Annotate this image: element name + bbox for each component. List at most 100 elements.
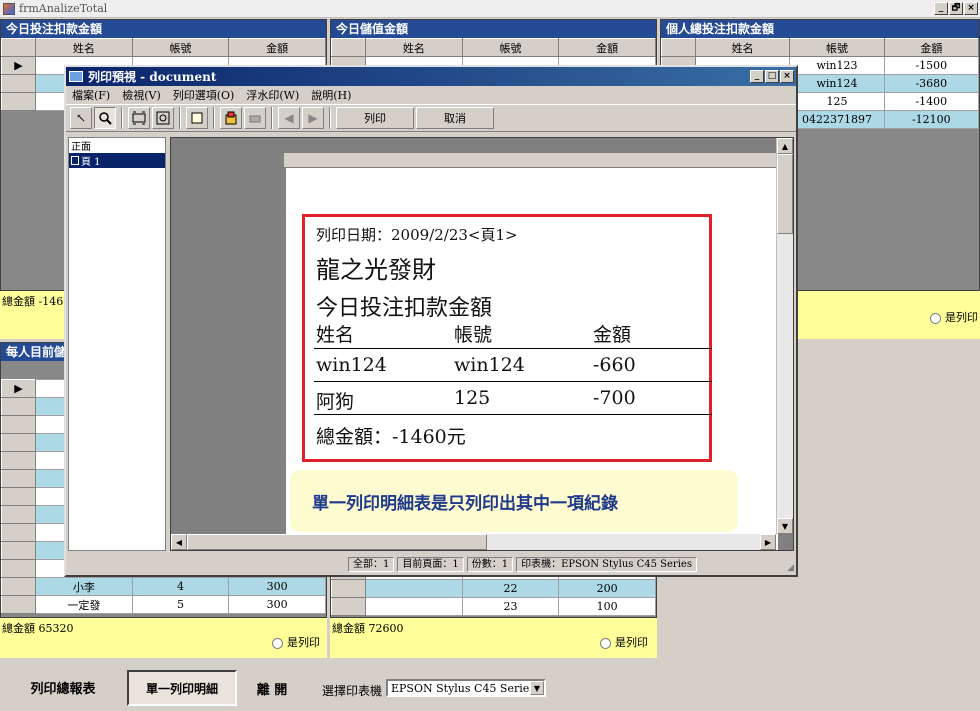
doc-col-name: 姓名: [316, 324, 355, 346]
company-name: 龍之光發財: [316, 256, 436, 284]
tree-page-item[interactable]: 頁 1: [69, 153, 165, 168]
status-current-page: 目前頁面：1: [397, 556, 464, 572]
doc-row1-amount: -660: [593, 354, 636, 376]
col-amount[interactable]: 金額: [228, 38, 326, 57]
page-setup-icon[interactable]: [186, 107, 208, 129]
radio-icon: [600, 637, 611, 649]
report-heading: 今日投注扣款金額: [316, 296, 493, 321]
doc-total: 總金額：-1460元: [316, 426, 466, 448]
zoom-page-icon[interactable]: [152, 107, 174, 129]
printer-select[interactable]: EPSON Stylus C45 Series ▼: [386, 679, 546, 697]
top-total-label: 總金額 -146: [2, 295, 64, 308]
preview-toolbar: ↖ ◀ ▶ 列印 取消: [66, 104, 796, 132]
print-date: 列印日期：2009/2/23<頁1>: [316, 226, 518, 244]
col-account[interactable]: 帳號: [789, 38, 885, 57]
col-name[interactable]: 姓名: [694, 38, 791, 57]
previous-page-icon[interactable]: ◀: [278, 107, 300, 129]
lower-mid-total: 總金額 72600: [332, 622, 404, 635]
preview-titlebar: 列印預視 - document _ □ ×: [66, 67, 796, 86]
main-titlebar: frmAnalizeTotal _ 🗗 ×: [0, 0, 980, 18]
print-single-button[interactable]: 單一列印明細: [127, 670, 237, 706]
doc-row2-amount: -700: [593, 387, 636, 409]
col-name[interactable]: 姓名: [365, 38, 463, 57]
table-row[interactable]: 22 200: [331, 579, 656, 598]
menu-print-options[interactable]: 列印選項(O): [173, 87, 235, 103]
col-amount[interactable]: 金額: [883, 38, 980, 57]
close-button[interactable]: ×: [780, 70, 794, 83]
status-copies: 份數：1: [466, 556, 514, 572]
pointer-icon[interactable]: ↖: [70, 107, 92, 129]
preview-title: 列印預視 - document: [88, 70, 217, 84]
personal-total-title: 個人總投注扣款金額: [661, 20, 979, 38]
col-name[interactable]: 姓名: [35, 38, 133, 57]
fit-page-icon[interactable]: [128, 107, 150, 129]
app-icon: [3, 2, 15, 15]
radio-icon: [272, 637, 283, 649]
doc-col-account: 帳號: [454, 324, 493, 346]
annotation-callout: 單一列印明細表是只列印出其中一項紀錄: [290, 470, 738, 532]
window-title: frmAnalizeTotal: [19, 2, 108, 15]
doc-row2-name: 阿狗: [316, 391, 355, 413]
scroll-up-icon[interactable]: ▲: [777, 138, 793, 154]
menu-file[interactable]: 檔案(F): [72, 87, 110, 103]
zoom-icon[interactable]: [94, 107, 116, 129]
scroll-left-icon[interactable]: ◀: [171, 534, 187, 550]
lower-left-total-bar: 總金額 65320 是列印: [0, 618, 327, 658]
export-icon[interactable]: [220, 107, 242, 129]
exit-button[interactable]: 離 開: [240, 670, 304, 706]
doc-row1-name: win124: [316, 354, 387, 376]
divider: [314, 414, 712, 415]
scroll-thumb[interactable]: [777, 154, 793, 234]
row-header-current[interactable]: ▶: [1, 56, 36, 75]
col-account[interactable]: 帳號: [461, 38, 560, 57]
table-row[interactable]: 小李 4 300: [1, 577, 326, 596]
menu-view[interactable]: 檢視(V): [122, 87, 161, 103]
scroll-thumb[interactable]: [187, 534, 487, 550]
close-button[interactable]: ×: [964, 2, 978, 15]
status-total: 全部：1: [348, 556, 395, 572]
status-bar: 全部：1 目前頁面：1 份數：1 印表機：EPSON Stylus C45 Se…: [348, 555, 788, 573]
today-deposit-title: 今日儲值金額: [331, 20, 656, 38]
page-tree[interactable]: 正面 頁 1: [68, 137, 166, 551]
doc-row2-account: 125: [454, 387, 491, 409]
printer-label: 選擇印表機: [322, 684, 383, 698]
page-icon: [71, 156, 79, 165]
print-radio[interactable]: 是列印: [272, 634, 320, 650]
cancel-button[interactable]: 取消: [416, 107, 494, 129]
table-row[interactable]: 23 100: [331, 597, 656, 616]
menu-watermark[interactable]: 浮水印(W): [246, 87, 299, 103]
print-radio[interactable]: 是列印: [600, 634, 648, 650]
print-setup-icon[interactable]: [244, 107, 266, 129]
print-button[interactable]: 列印: [336, 107, 414, 129]
minimize-button[interactable]: _: [750, 70, 764, 83]
horizontal-scrollbar[interactable]: ◀ ▶: [171, 534, 776, 550]
lower-left-total: 總金額 65320: [2, 622, 74, 635]
table-row[interactable]: 一定發 5 300: [1, 595, 326, 614]
col-amount[interactable]: 金額: [558, 38, 656, 57]
today-deduct-title: 今日投注扣款金額: [1, 20, 326, 38]
status-printer: 印表機：EPSON Stylus C45 Series: [516, 556, 697, 572]
print-total-button[interactable]: 列印總報表: [4, 668, 122, 706]
radio-icon: [930, 312, 941, 324]
vertical-scrollbar[interactable]: ▲ ▼: [776, 138, 793, 534]
scroll-right-icon[interactable]: ▶: [760, 534, 776, 550]
preview-menubar: 檔案(F) 檢視(V) 列印選項(O) 浮水印(W) 說明(H): [66, 86, 796, 104]
restore-button[interactable]: 🗗: [949, 2, 963, 15]
menu-help[interactable]: 說明(H): [311, 87, 351, 103]
print-radio[interactable]: 是列印: [930, 309, 978, 325]
resize-grip-icon[interactable]: ◢: [787, 563, 794, 573]
lower-mid-total-bar: 總金額 72600 是列印: [330, 618, 657, 658]
doc-row1-account: win124: [454, 354, 525, 376]
window-icon: [69, 71, 83, 82]
tree-root[interactable]: 正面: [69, 138, 165, 153]
col-account[interactable]: 帳號: [131, 38, 230, 57]
page-shadow: [283, 152, 778, 168]
minimize-button[interactable]: _: [934, 2, 948, 15]
row-header-current[interactable]: ▶: [1, 379, 36, 398]
maximize-button[interactable]: □: [765, 70, 779, 83]
divider: [314, 348, 712, 349]
chevron-down-icon[interactable]: ▼: [530, 681, 544, 695]
next-page-icon[interactable]: ▶: [302, 107, 324, 129]
scroll-down-icon[interactable]: ▼: [777, 518, 793, 534]
doc-col-amount: 金額: [593, 324, 632, 346]
